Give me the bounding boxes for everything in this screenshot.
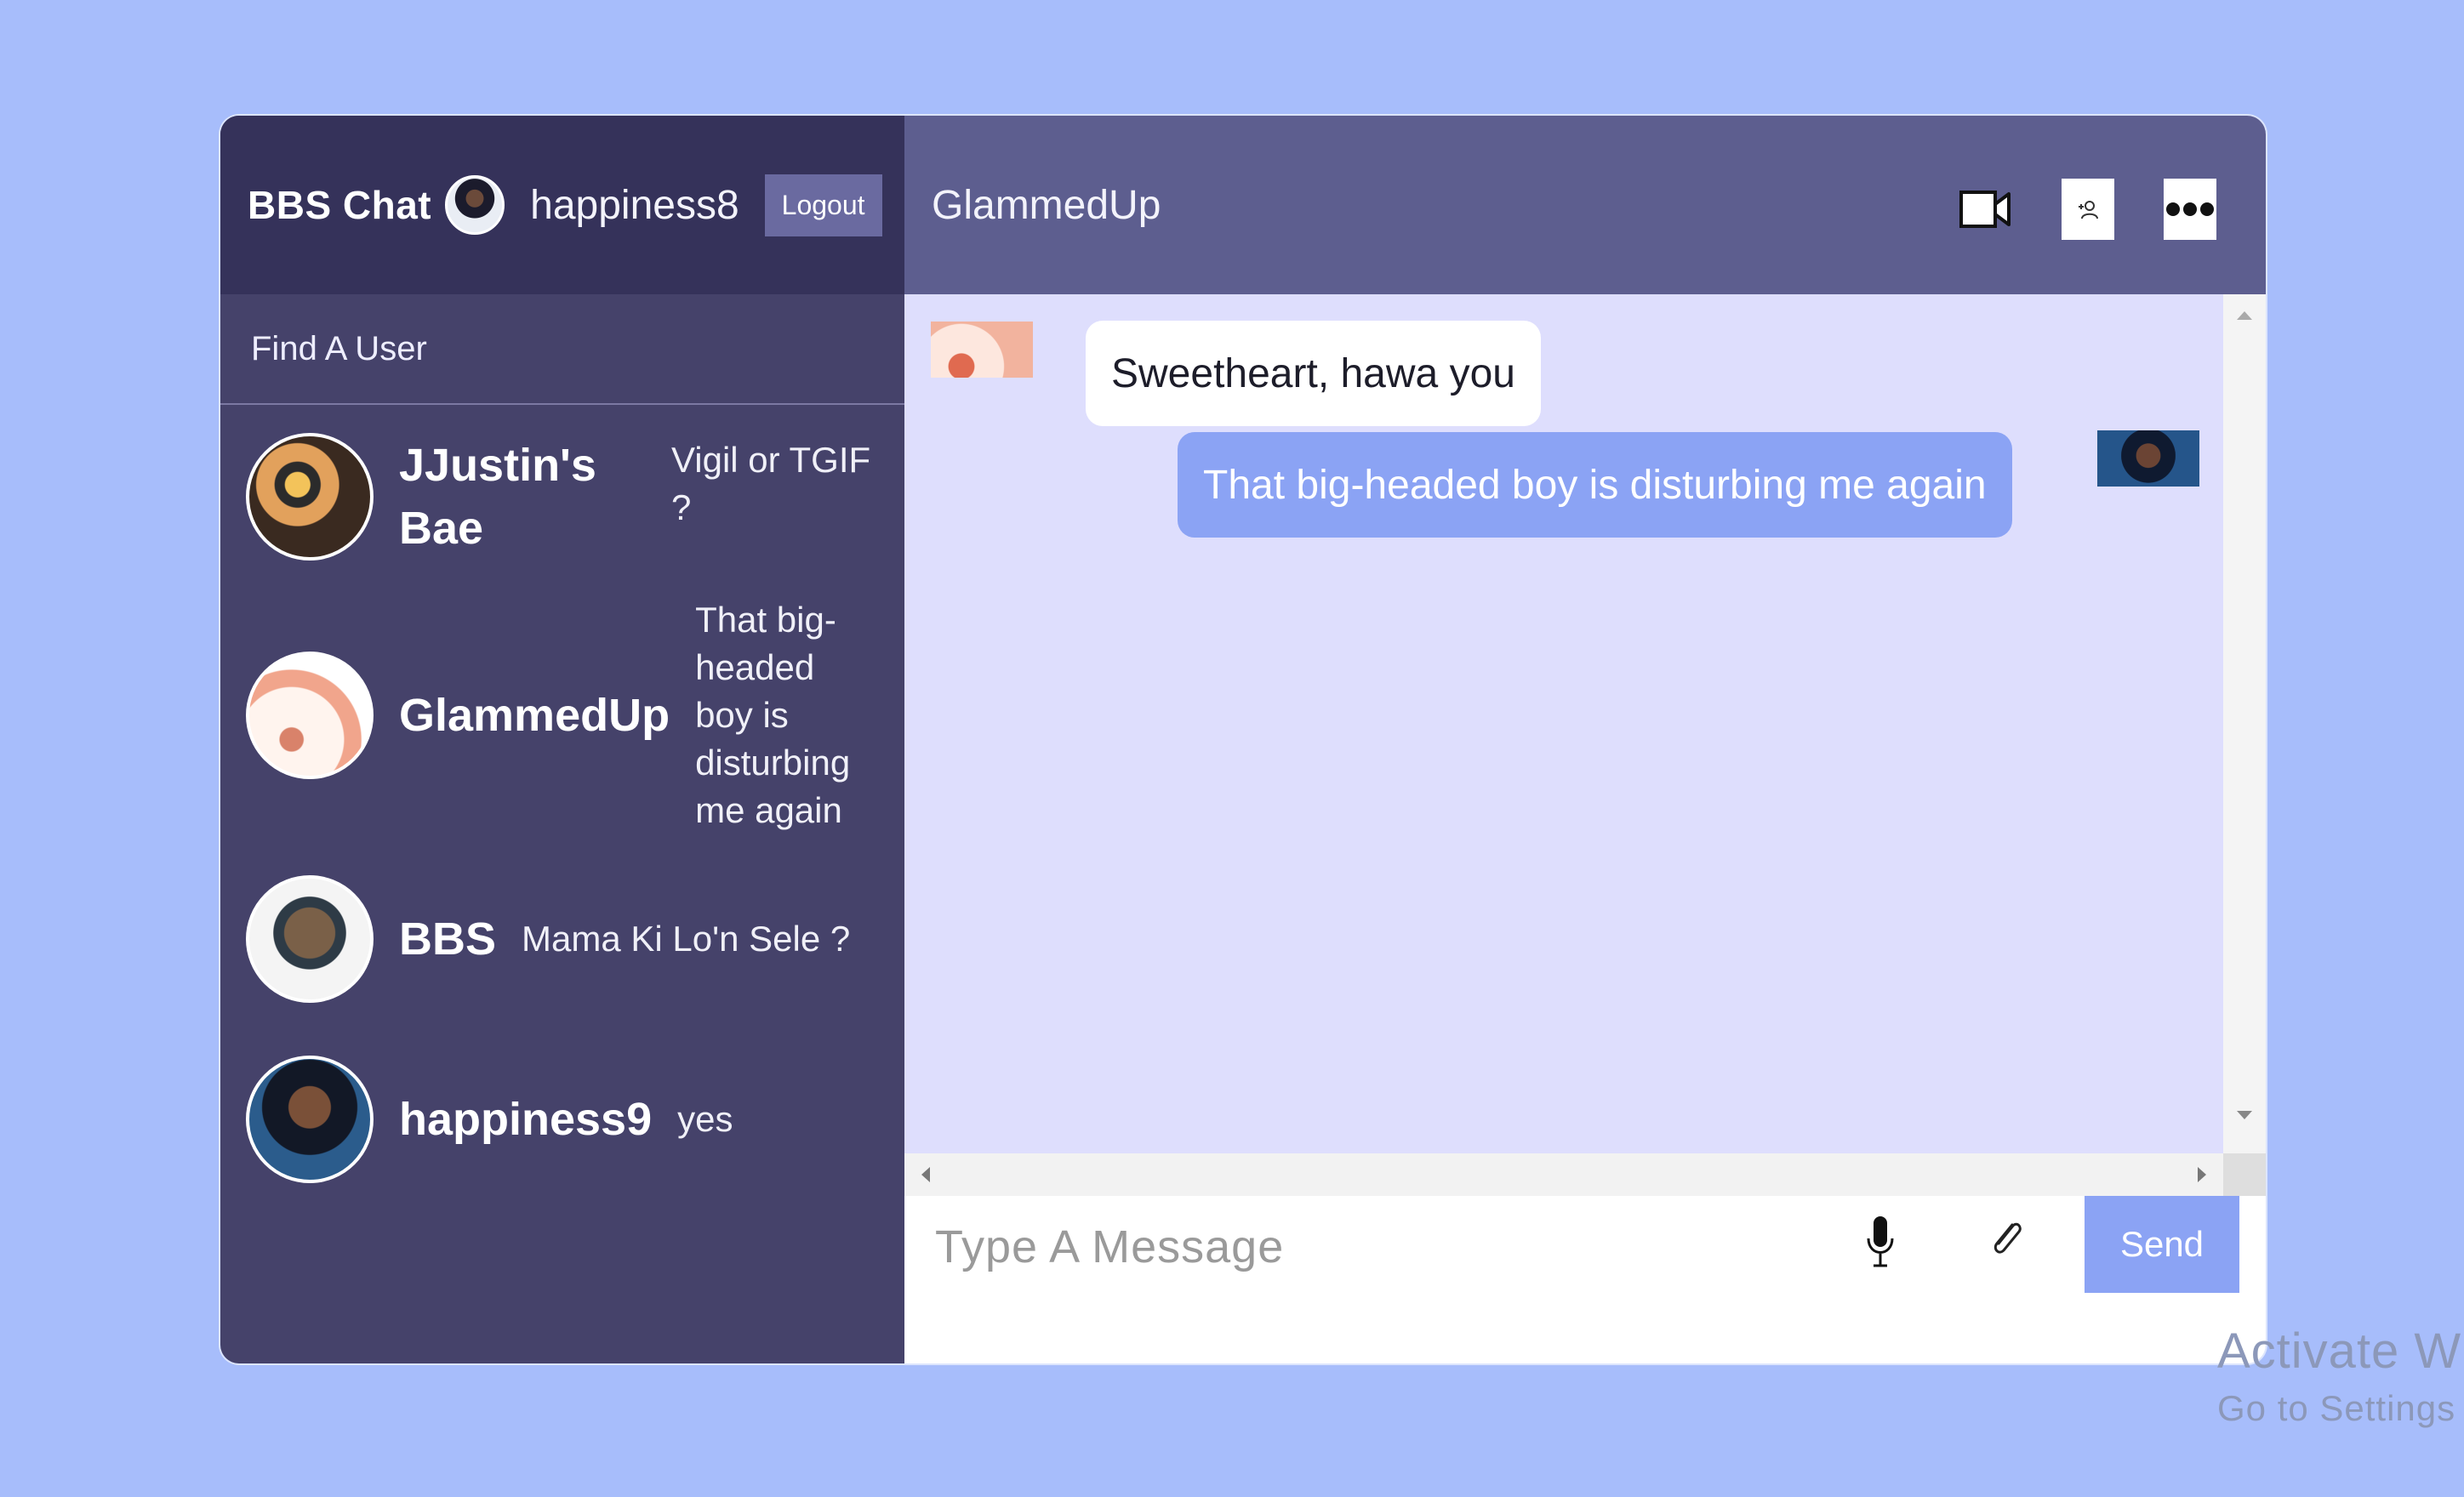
watermark-line-1: Activate Wi — [2217, 1323, 2464, 1379]
contact-item[interactable]: BBS Mama Ki Lo'n Sele ? — [220, 843, 904, 1034]
video-camera-icon[interactable] — [1959, 179, 2012, 240]
message-list[interactable]: Sweetheart, hawa you That big-headed boy… — [904, 294, 2266, 1196]
contact-name: BBS — [399, 913, 497, 965]
chat-app-window: BBS Chat happiness8 Logout Find A User J… — [220, 116, 2266, 1363]
more-options-icon[interactable] — [2164, 179, 2216, 240]
contact-last-message: yes — [677, 1099, 733, 1139]
find-user-link[interactable]: Find A User — [220, 294, 904, 405]
send-button[interactable]: Send — [2085, 1196, 2239, 1293]
logout-button[interactable]: Logout — [764, 174, 882, 236]
brand-title: BBS Chat — [248, 183, 432, 227]
contact-last-message: Vigil or TGIF ? — [671, 439, 871, 527]
contact-last-message: Mama Ki Lo'n Sele ? — [522, 918, 851, 959]
scroll-down-icon[interactable] — [2237, 1111, 2252, 1119]
windows-activation-watermark: Activate Wi Go to Settings — [2217, 1323, 2464, 1429]
contact-avatar — [246, 432, 374, 561]
contact-avatar — [246, 874, 374, 1003]
contact-name: happiness9 — [399, 1094, 653, 1145]
contact-item[interactable]: happiness9 yes — [220, 1034, 904, 1204]
contact-last-message: That big-headed boy is disturbing me aga… — [695, 600, 851, 830]
microphone-icon[interactable] — [1863, 1213, 1897, 1281]
vertical-scrollbar[interactable] — [2223, 294, 2266, 1153]
scroll-up-icon[interactable] — [2237, 311, 2252, 320]
message-input[interactable] — [935, 1204, 1820, 1289]
outgoing-message: That big-headed boy is disturbing me aga… — [1178, 432, 2012, 538]
contact-name: JJustin's Bae — [399, 439, 596, 554]
my-avatar — [2097, 430, 2199, 487]
contact-item[interactable]: JJustin's Bae Vigil or TGIF ? — [220, 405, 904, 588]
sidebar-header: BBS Chat happiness8 Logout — [220, 116, 904, 294]
contact-avatar — [246, 652, 374, 779]
chat-title: GlammedUp — [932, 182, 1161, 228]
attachment-icon[interactable] — [1987, 1215, 2026, 1262]
sidebar: BBS Chat happiness8 Logout Find A User J… — [220, 116, 904, 1363]
add-user-icon[interactable] — [2062, 179, 2114, 240]
watermark-line-2: Go to Settings — [2217, 1388, 2456, 1428]
current-user-avatar — [445, 175, 505, 235]
contact-item[interactable]: GlammedUp That big-headed boy is disturb… — [220, 588, 904, 843]
message-composer: Send — [904, 1153, 2266, 1363]
incoming-message: Sweetheart, hawa you — [1086, 321, 1541, 426]
chat-header: GlammedUp — [904, 116, 2266, 294]
contact-name: GlammedUp — [399, 690, 670, 741]
sender-avatar — [931, 322, 1033, 378]
current-user-name: happiness8 — [530, 182, 739, 228]
chat-pane: GlammedUp Sweetheart, hawa you That big-… — [904, 116, 2266, 1363]
contact-avatar — [246, 1056, 374, 1183]
